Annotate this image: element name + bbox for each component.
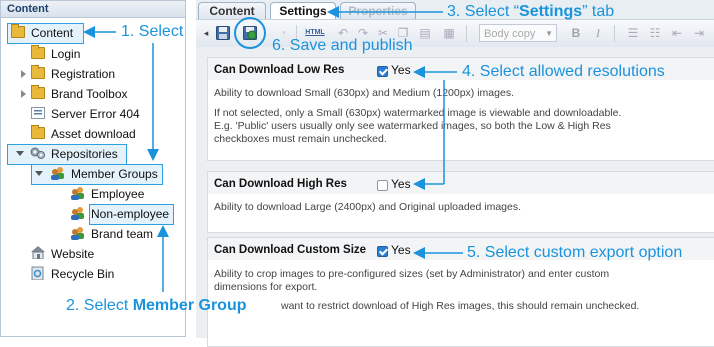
- callout-3-suffix: ” tab: [582, 3, 615, 20]
- callout-3-text: 3. Select “: [447, 3, 520, 20]
- callout-2: 2. Select Member Group: [66, 297, 247, 315]
- callout-2-text: 2. Select: [66, 297, 133, 314]
- callout-3: 3. Select “Settings” tab: [447, 3, 614, 21]
- save-publish-highlight-circle: [234, 17, 266, 49]
- callout-1: 1. Select: [121, 23, 184, 40]
- callout-4: 4. Select allowed resolutions: [462, 63, 665, 80]
- callout-5: 5. Select custom export option: [467, 244, 683, 261]
- callout-2-bold: Member Group: [132, 297, 247, 314]
- callout-6: 6. Save and publish: [272, 37, 413, 54]
- callout-3-bold: Settings: [519, 3, 583, 20]
